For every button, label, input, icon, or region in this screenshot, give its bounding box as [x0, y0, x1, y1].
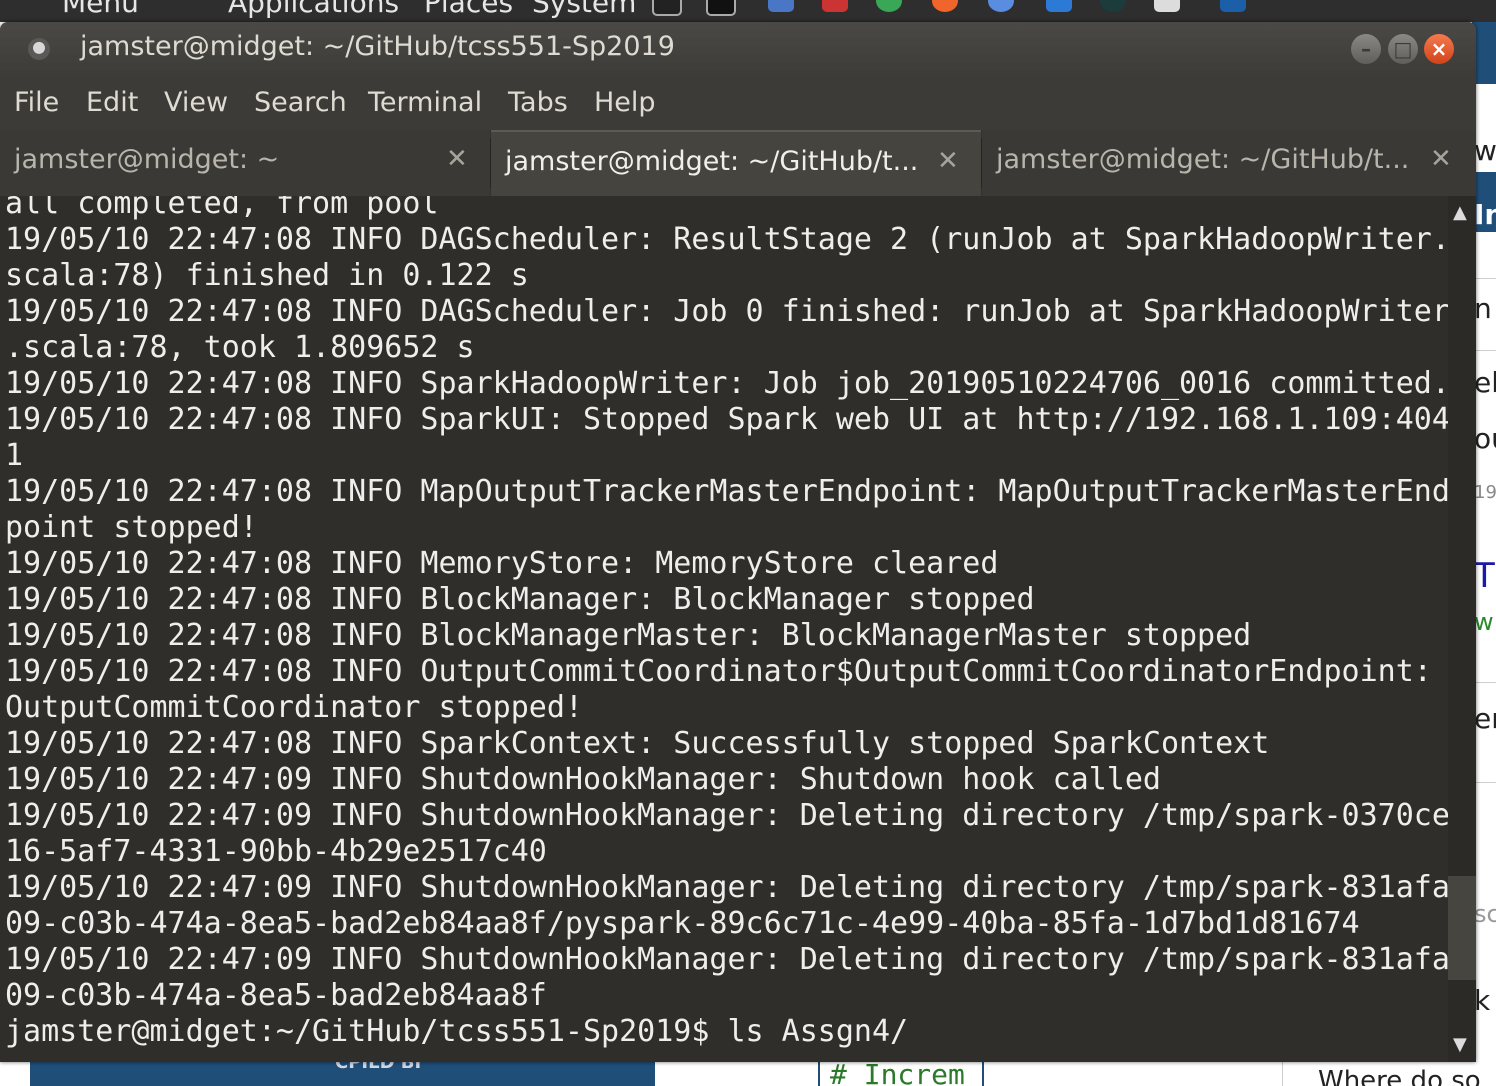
panel-places-label[interactable]: Places — [424, 0, 513, 19]
terminal-line: .scala:78, took 1.809652 s — [5, 330, 475, 365]
menu-file[interactable]: File — [14, 87, 59, 118]
panel-applications-label[interactable]: Applications — [228, 0, 399, 19]
window-menu-icon[interactable] — [28, 38, 50, 60]
background-fragment: T — [1474, 556, 1495, 596]
file-manager-icon[interactable] — [768, 0, 794, 12]
terminal-line: 19/05/10 22:47:08 INFO MapOutputTrackerM… — [5, 474, 1448, 509]
scrollbar-thumb[interactable] — [1448, 876, 1476, 980]
tab-close-icon[interactable]: ✕ — [446, 144, 468, 174]
tab-home[interactable]: jamster@midget: ~ ✕ — [0, 130, 490, 196]
background-blue-text: CPILD BI — [335, 1062, 422, 1073]
tab-github-active[interactable]: jamster@midget: ~/GitHub/t... ✕ — [491, 130, 981, 196]
terminal-icon[interactable] — [706, 0, 736, 16]
panel-menu-label[interactable]: Menu — [62, 0, 139, 19]
menu-help[interactable]: Help — [594, 87, 656, 118]
terminal-line: 16-5af7-4331-90bb-4b29e2517c40 — [5, 834, 547, 869]
terminal-line: 19/05/10 22:47:08 INFO SparkContext: Suc… — [5, 726, 1270, 761]
tab-github-2[interactable]: jamster@midget: ~/GitHub/t... ✕ — [982, 130, 1476, 196]
firefox-icon[interactable] — [932, 0, 958, 12]
terminal-line: 19/05/10 22:47:08 INFO BlockManager: Blo… — [5, 582, 1035, 617]
browser-icon[interactable] — [988, 0, 1014, 12]
menu-tabs[interactable]: Tabs — [508, 87, 568, 118]
terminal-line: all completed, from pool — [5, 196, 439, 221]
close-button[interactable]: × — [1424, 34, 1454, 64]
pdf-icon[interactable] — [822, 0, 848, 12]
background-fragment: In — [1474, 198, 1496, 231]
background-fragment: ela — [1474, 366, 1496, 399]
terminal-line: OutputCommitCoordinator stopped! — [5, 690, 583, 725]
menu-view[interactable]: View — [164, 87, 228, 118]
menu-bar: File Edit View Search Terminal Tabs Help — [0, 78, 1476, 130]
terminal-line: 19/05/10 22:47:08 INFO BlockManagerMaste… — [5, 618, 1252, 653]
tab-bar: jamster@midget: ~ ✕ jamster@midget: ~/Gi… — [0, 130, 1476, 196]
background-separator — [1282, 1062, 1283, 1086]
terminal-area[interactable]: all completed, from pool 19/05/10 22:47:0… — [0, 196, 1448, 1062]
background-fragment: w. — [1474, 134, 1496, 167]
terminal-line: 19/05/10 22:47:08 INFO OutputCommitCoord… — [5, 654, 1432, 689]
github-icon[interactable] — [1100, 0, 1126, 12]
menu-search[interactable]: Search — [254, 87, 347, 118]
background-fragment: k — [1474, 984, 1491, 1017]
background-blue-block: CPILD BI — [30, 1062, 655, 1086]
terminal-line: scala:78) finished in 0.122 s — [5, 258, 529, 293]
menu-edit[interactable]: Edit — [86, 87, 138, 118]
terminal-output: all completed, from pool 19/05/10 22:47:0… — [5, 196, 1448, 1050]
background-fragment: 19 — [1474, 482, 1496, 503]
tab-close-icon[interactable]: ✕ — [1430, 144, 1452, 174]
terminal-line: 19/05/10 22:47:09 INFO ShutdownHookManag… — [5, 798, 1448, 833]
background-bottom: CPILD BI # Increm Where do so — [0, 1062, 1496, 1086]
tab-close-icon[interactable]: ✕ — [937, 146, 959, 176]
background-fragment: sc — [1474, 900, 1496, 928]
terminal-line: 19/05/10 22:47:08 INFO DAGScheduler: Res… — [5, 222, 1448, 257]
background-fragment: ou — [1474, 422, 1496, 455]
terminal-prompt-line: jamster@midget:~/GitHub/tcss551-Sp2019$ … — [5, 1014, 909, 1049]
background-code-fragment: # Increm — [830, 1062, 965, 1086]
top-panel: Menu Applications Places System — [0, 0, 1496, 22]
messages-icon[interactable] — [1046, 0, 1072, 12]
panel-system-label[interactable]: System — [532, 0, 636, 19]
tab-label: jamster@midget: ~/GitHub/t... — [996, 144, 1410, 175]
terminal-line: 19/05/10 22:47:08 INFO SparkHadoopWriter… — [5, 366, 1448, 401]
background-fragment: en — [1474, 702, 1496, 735]
menu-terminal[interactable]: Terminal — [368, 87, 482, 118]
terminal-window: jamster@midget: ~/GitHub/tcss551-Sp2019 … — [0, 22, 1476, 1062]
window-title: jamster@midget: ~/GitHub/tcss551-Sp2019 — [80, 31, 675, 62]
vscode-icon[interactable] — [1220, 0, 1246, 12]
disk-icon[interactable] — [1154, 0, 1180, 12]
terminal-line: 19/05/10 22:47:08 INFO SparkUI: Stopped … — [5, 402, 1448, 437]
background-fragment: n — [1474, 292, 1492, 325]
background-right-fragment: Where do so — [1318, 1066, 1481, 1086]
terminal-line: 19/05/10 22:47:08 INFO MemoryStore: Memo… — [5, 546, 999, 581]
tab-label: jamster@midget: ~/GitHub/t... — [505, 146, 919, 177]
terminal-line: 1 — [5, 438, 24, 473]
terminal-line: 19/05/10 22:47:08 INFO DAGScheduler: Job… — [5, 294, 1448, 329]
background-fragment: w — [1474, 608, 1494, 636]
scroll-down-icon[interactable]: ▼ — [1453, 1034, 1467, 1055]
terminal-line: 09-c03b-474a-8ea5-bad2eb84aa8f — [5, 978, 547, 1013]
terminal-line: 19/05/10 22:47:09 INFO ShutdownHookManag… — [5, 870, 1448, 905]
terminal-line: 09-c03b-474a-8ea5-bad2eb84aa8f/pyspark-8… — [5, 906, 1360, 941]
title-bar[interactable]: jamster@midget: ~/GitHub/tcss551-Sp2019 … — [0, 22, 1476, 78]
tab-label: jamster@midget: ~ — [14, 144, 280, 175]
terminal-line: 19/05/10 22:47:09 INFO ShutdownHookManag… — [5, 942, 1448, 977]
chrome-icon[interactable] — [876, 0, 902, 12]
terminal-line: 19/05/10 22:47:09 INFO ShutdownHookManag… — [5, 762, 1161, 797]
terminal-line: point stopped! — [5, 510, 258, 545]
terminal-icon[interactable] — [652, 0, 682, 16]
maximize-button[interactable]: □ — [1388, 34, 1418, 64]
minimize-button[interactable]: – — [1351, 34, 1381, 64]
vertical-scrollbar[interactable]: ▲ ▼ — [1448, 196, 1476, 1062]
scroll-up-icon[interactable]: ▲ — [1453, 202, 1467, 223]
